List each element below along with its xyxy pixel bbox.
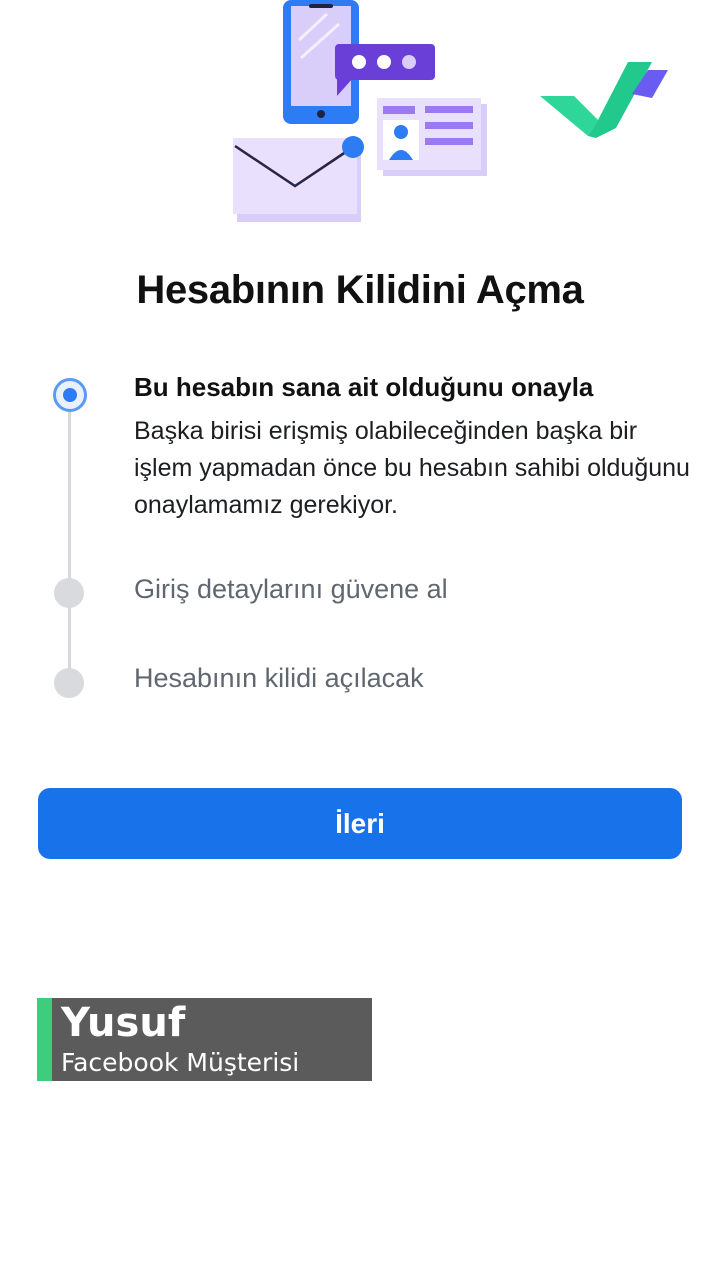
speaker-caption: Yusuf Facebook Müşterisi (37, 998, 372, 1081)
speaker-name: Yusuf (61, 1000, 186, 1046)
pending-step-indicator (54, 578, 84, 608)
pending-step-indicator (54, 668, 84, 698)
step-1-description: Başka birisi erişmiş olabileceğinden baş… (134, 417, 690, 519)
step-connector (68, 604, 71, 670)
active-step-indicator (53, 378, 87, 412)
next-button[interactable]: İleri (38, 788, 682, 859)
progress-steps: Bu hesabın sana ait olduğunu onayla Başk… (0, 0, 720, 720)
caption-accent-bar (37, 998, 52, 1081)
step-2-title: Giriş detaylarını güvene al (134, 574, 448, 604)
step-1-title: Bu hesabın sana ait olduğunu onayla (134, 372, 594, 402)
step-connector (68, 412, 71, 582)
speaker-role: Facebook Müşterisi (61, 1048, 300, 1077)
step-3-title: Hesabının kilidi açılacak (134, 663, 424, 693)
